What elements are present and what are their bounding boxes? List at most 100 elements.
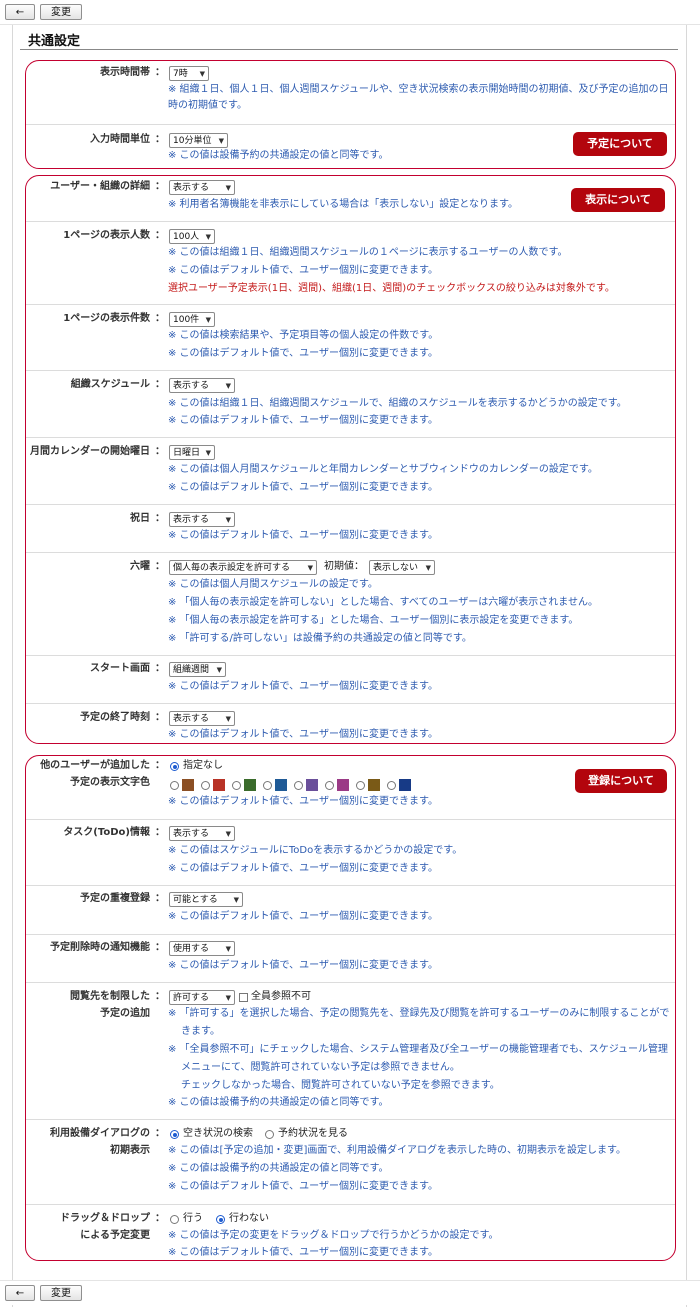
color-swatch[interactable] [399, 779, 411, 791]
delete-notify-select[interactable]: 使用する ▼ [169, 941, 235, 956]
colon: ： [155, 513, 165, 524]
duplicate-label: 予定の重複登録 [80, 893, 150, 904]
users-per-page-label: 1ページの表示人数 [63, 230, 150, 241]
color-swatch[interactable] [306, 779, 318, 791]
display-hours-label: 表示時間帯 [100, 67, 150, 78]
rokuyo-permission-select[interactable]: 個人毎の表示設定を許可する ▼ [169, 560, 317, 575]
end-time-note: ※ この値はデフォルト値で、ユーザー個別に変更できます。 [168, 729, 438, 740]
org-schedule-select[interactable]: 表示する ▼ [169, 378, 235, 393]
row-divider [26, 819, 675, 820]
color-swatch[interactable] [275, 779, 287, 791]
start-screen-select[interactable]: 組織週間 ▼ [169, 662, 226, 677]
availability-search-radio[interactable] [170, 1130, 179, 1139]
rokuyo-note: ※ 「許可する/許可しない」は設備予約の共通設定の値と同等です。 [168, 633, 472, 644]
restrict-view-note: ※ 「許可する」を選択した場合、予定の閲覧先を、登録先及び閲覧を許可するユーザー… [168, 1008, 670, 1019]
color-option-radio[interactable] [294, 781, 303, 790]
row-divider [26, 437, 675, 438]
row-divider [26, 703, 675, 704]
color-option-radio[interactable] [325, 781, 334, 790]
colon: ： [155, 446, 165, 457]
color-none-radio[interactable] [170, 762, 179, 771]
back-button[interactable]: ← [5, 4, 35, 20]
colon: ： [155, 1213, 165, 1224]
color-option-radio[interactable] [201, 781, 210, 790]
users-per-page-warning: 選択ユーザー予定表示(1日、週間)、組織(1日、週間)のチェックボックスの絞り込… [168, 283, 615, 294]
equipment-dialog-label: 利用設備ダイアログの [50, 1128, 150, 1139]
color-option-radio[interactable] [387, 781, 396, 790]
schedule-about-button[interactable]: 予定について [573, 132, 667, 156]
all-no-view-checkbox[interactable] [239, 993, 248, 1002]
colon: ： [155, 893, 165, 904]
row-divider [26, 370, 675, 371]
color-swatch[interactable] [182, 779, 194, 791]
chevron-down-icon: ▼ [425, 564, 431, 572]
save-button[interactable]: 変更 [40, 1285, 82, 1301]
row-divider [26, 552, 675, 553]
colon: ： [155, 942, 165, 953]
end-time-select[interactable]: 表示する ▼ [169, 711, 235, 726]
register-about-button[interactable]: 登録について [575, 769, 667, 793]
drag-drop-label: による予定変更 [80, 1230, 150, 1241]
row-divider [26, 1119, 675, 1120]
items-per-page-label: 1ページの表示件数 [63, 313, 150, 324]
chevron-down-icon: ▼ [205, 233, 211, 241]
display-about-button[interactable]: 表示について [571, 188, 665, 212]
todo-select[interactable]: 表示する ▼ [169, 826, 235, 841]
holidays-note: ※ この値はデフォルト値で、ユーザー個別に変更できます。 [168, 530, 438, 541]
color-swatch[interactable] [368, 779, 380, 791]
save-button[interactable]: 変更 [40, 4, 82, 20]
color-option-radio[interactable] [170, 781, 179, 790]
user-detail-select[interactable]: 表示する ▼ [169, 180, 235, 195]
drag-drop-note: ※ この値はデフォルト値で、ユーザー個別に変更できます。 [168, 1247, 438, 1258]
all-no-view-label: 全員参照不可 [251, 991, 311, 1002]
week-start-select[interactable]: 日曜日 ▼ [169, 445, 215, 460]
color-option-radio[interactable] [263, 781, 272, 790]
time-unit-note: ※ この値は設備予約の共通設定の値と同等です。 [168, 150, 389, 161]
rokuyo-note: ※ この値は個人月間スケジュールの設定です。 [168, 579, 378, 590]
chevron-down-icon: ▼ [218, 137, 224, 145]
week-start-note: ※ この値は個人月間スケジュールと年間カレンダーとサブウィンドウのカレンダーの設… [168, 464, 598, 475]
drag-drop-no-label: 行わない [229, 1213, 269, 1224]
title-divider [20, 49, 678, 50]
equipment-dialog-note: ※ この値は設備予約の共通設定の値と同等です。 [168, 1163, 389, 1174]
start-screen-note: ※ この値はデフォルト値で、ユーザー個別に変更できます。 [168, 681, 438, 692]
back-button[interactable]: ← [5, 1285, 35, 1301]
rokuyo-initial-select[interactable]: 表示しない ▼ [369, 560, 435, 575]
holidays-select[interactable]: 表示する ▼ [169, 512, 235, 527]
display-hours-select[interactable]: 7時 ▼ [169, 66, 209, 81]
chevron-down-icon: ▼ [225, 382, 231, 390]
equipment-dialog-label: 初期表示 [110, 1145, 150, 1156]
color-swatch[interactable] [244, 779, 256, 791]
page-title: 共通設定 [28, 34, 81, 49]
todo-note: ※ この値はスケジュールにToDoを表示するかどうかの設定です。 [168, 845, 463, 856]
rokuyo-note: ※ 「個人毎の表示設定を許可しない」とした場合、すべてのユーザーは六曜が表示され… [168, 597, 598, 608]
users-per-page-note: ※ この値は組織１日、組織週間スケジュールの１ページに表示するユーザーの人数です… [168, 247, 568, 258]
row-divider [26, 885, 675, 886]
row-divider [26, 504, 675, 505]
holidays-label: 祝日 [130, 513, 150, 524]
color-none-label: 指定なし [183, 760, 223, 771]
users-per-page-select[interactable]: 100人 ▼ [169, 229, 215, 244]
restrict-view-select[interactable]: 許可する ▼ [169, 990, 235, 1005]
color-option-radio[interactable] [232, 781, 241, 790]
drag-drop-no-radio[interactable] [216, 1215, 225, 1224]
rokuyo-initial-label: 初期値： [324, 561, 364, 572]
users-per-page-note: ※ この値はデフォルト値で、ユーザー個別に変更できます。 [168, 265, 438, 276]
right-border [686, 0, 687, 1307]
colon: ： [155, 827, 165, 838]
rokuyo-label: 六曜 [130, 561, 150, 572]
user-detail-note: ※ 利用者名簿機能を非表示にしている場合は「表示しない」設定となります。 [168, 199, 518, 210]
time-unit-select[interactable]: 10分単位 ▼ [169, 133, 228, 148]
week-start-label: 月間カレンダーの開始曜日 [30, 446, 150, 457]
items-per-page-select[interactable]: 100件 ▼ [169, 312, 215, 327]
other-user-color-label: 他のユーザーが追加した [40, 760, 150, 771]
color-swatch[interactable] [337, 779, 349, 791]
chevron-down-icon: ▼ [225, 184, 231, 192]
color-swatch[interactable] [213, 779, 225, 791]
drag-drop-yes-radio[interactable] [170, 1215, 179, 1224]
week-start-note: ※ この値はデフォルト値で、ユーザー個別に変更できます。 [168, 482, 438, 493]
colon: ： [155, 230, 165, 241]
color-option-radio[interactable] [356, 781, 365, 790]
duplicate-select[interactable]: 可能とする ▼ [169, 892, 243, 907]
reservation-status-radio[interactable] [265, 1130, 274, 1139]
